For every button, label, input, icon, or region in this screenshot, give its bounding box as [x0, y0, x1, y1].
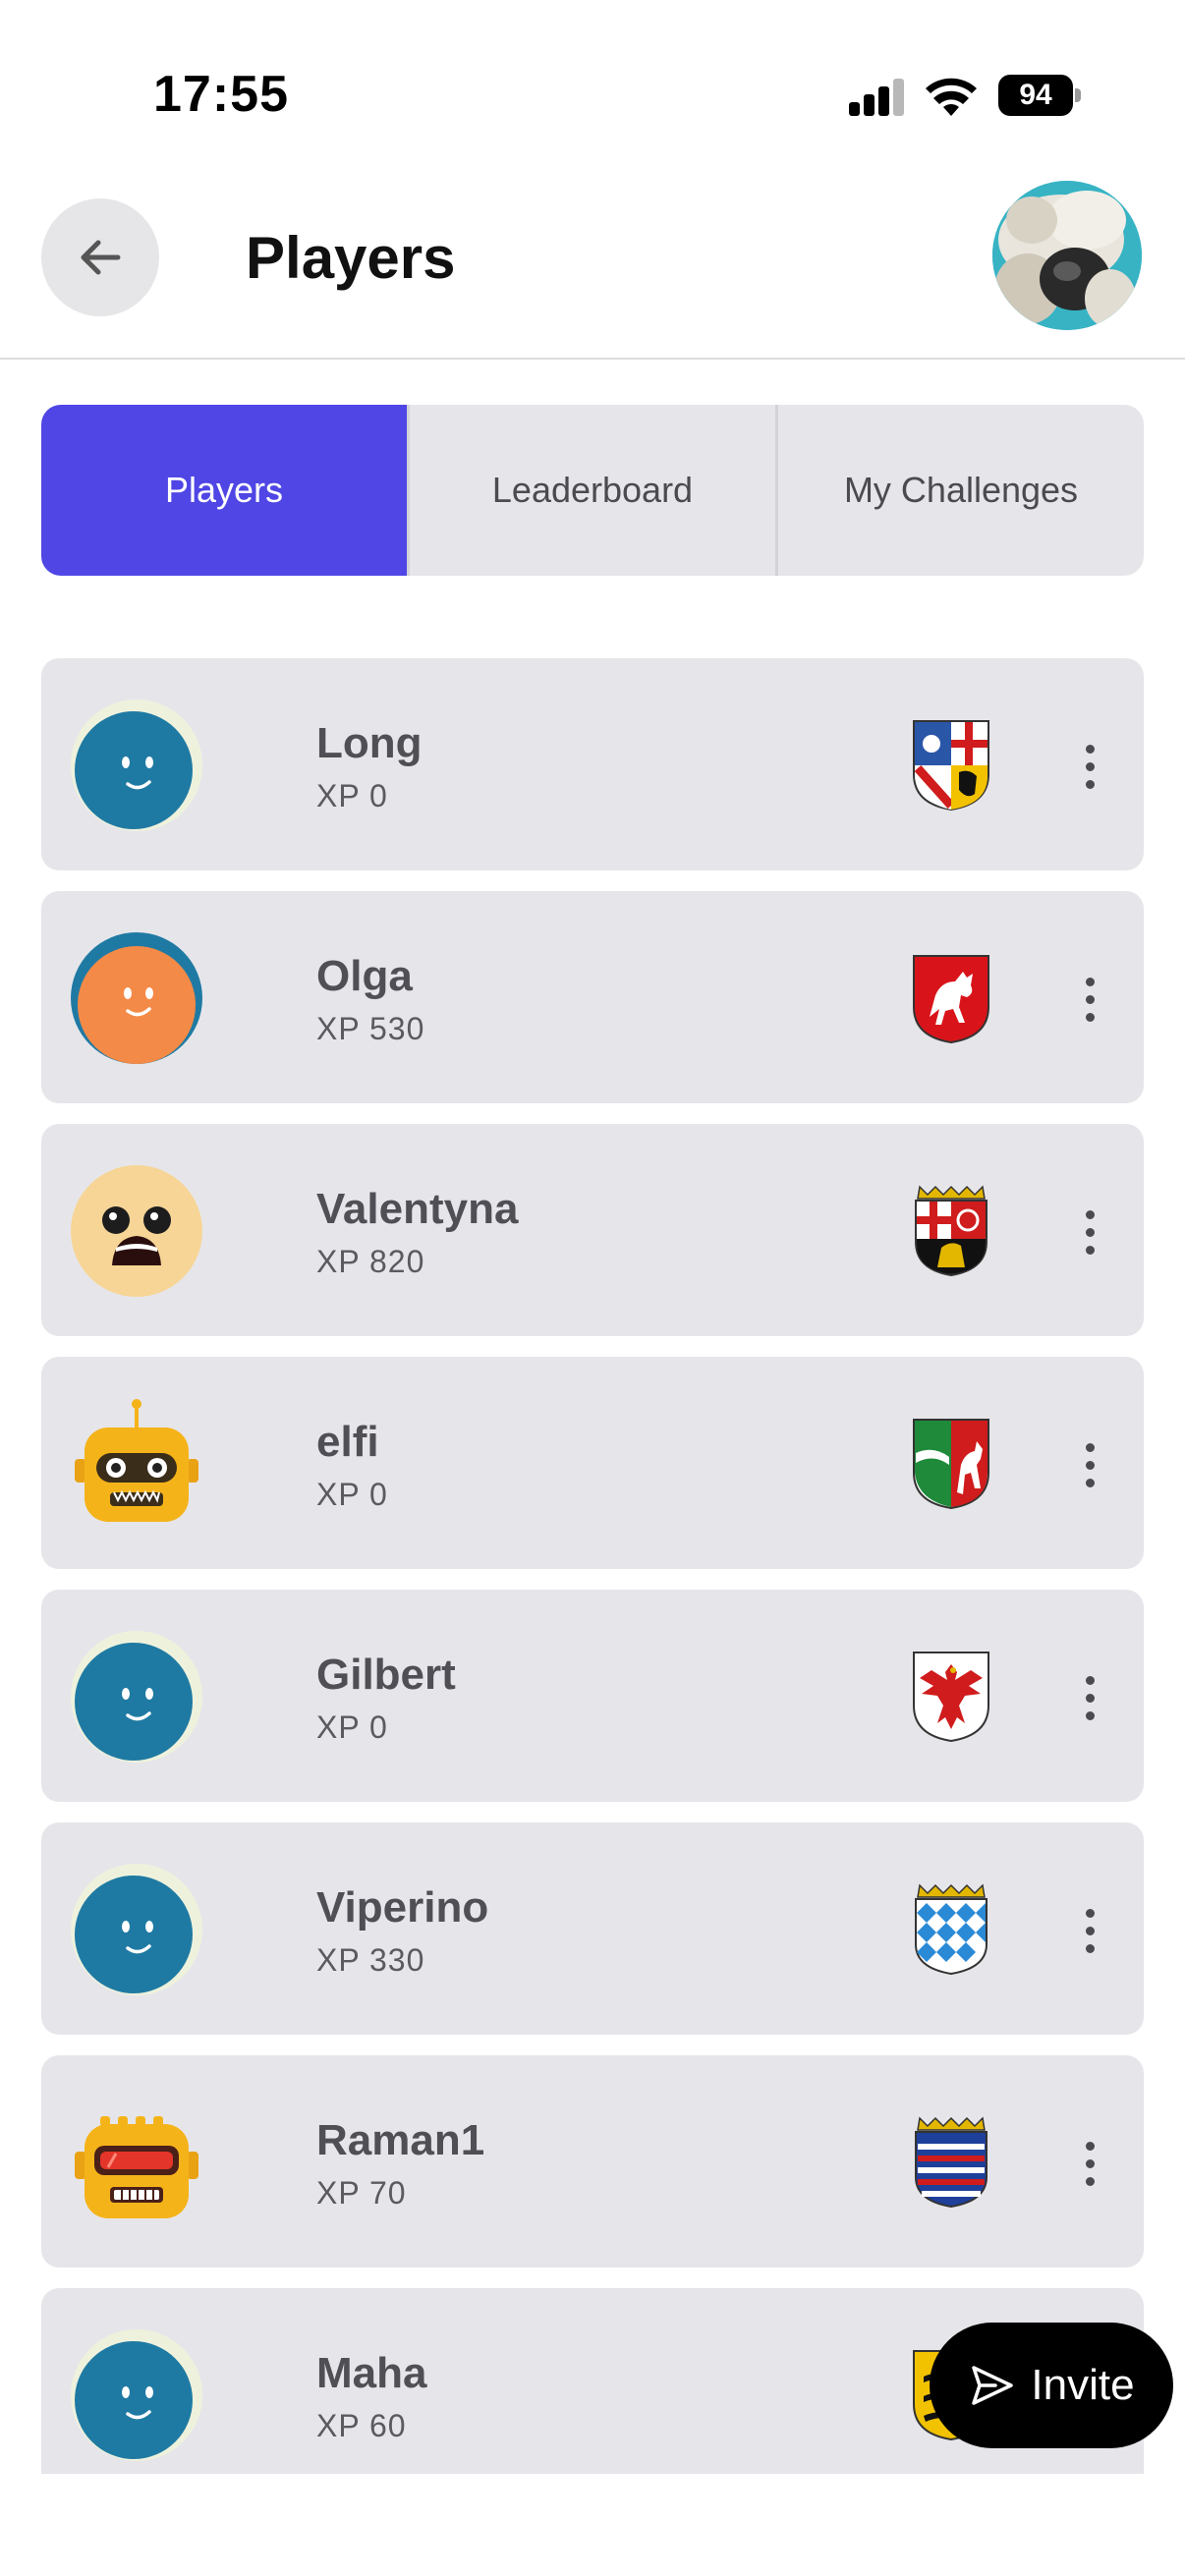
player-card[interactable]: Olga XP 530 — [41, 891, 1144, 1103]
more-options-button[interactable] — [1073, 1658, 1106, 1737]
more-options-button[interactable] — [1073, 1193, 1106, 1271]
status-time: 17:55 — [153, 66, 289, 123]
rhineland-palatinate-coat-of-arms-icon — [915, 1185, 988, 1277]
segmented-tabs: Players Leaderboard My Challenges — [41, 405, 1144, 576]
player-card[interactable]: Long XP 0 — [41, 658, 1144, 870]
player-list: Long XP 0 Olga XP 530 Valentyna XP 820 e… — [41, 658, 1144, 2474]
player-xp: XP 0 — [316, 778, 388, 813]
profile-avatar[interactable] — [992, 181, 1142, 330]
battery-icon: 94 — [998, 75, 1081, 116]
north-rhine-westphalia-coat-of-arms-icon — [913, 1419, 989, 1510]
player-card[interactable]: Gilbert XP 0 — [41, 1590, 1144, 1802]
bavaria-coat-of-arms-icon — [915, 1883, 988, 1976]
orange-smiley-avatar — [71, 932, 202, 1064]
more-options-button[interactable] — [1073, 1891, 1106, 1970]
more-options-button[interactable] — [1073, 727, 1106, 806]
back-button[interactable] — [41, 198, 159, 316]
saarland-coat-of-arms-icon — [913, 720, 989, 812]
battery-level: 94 — [998, 75, 1073, 116]
player-card[interactable]: Viperino XP 330 — [41, 1822, 1144, 2035]
player-xp: XP 0 — [316, 1477, 388, 1512]
player-name: Raman1 — [316, 2116, 485, 2164]
player-name: Olga — [316, 952, 413, 1000]
wifi-icon — [926, 78, 977, 116]
send-icon — [972, 2366, 1014, 2405]
status-bar: 17:55 94 — [0, 0, 1185, 167]
app-header: Players — [0, 167, 1185, 360]
player-xp: XP 60 — [316, 2408, 407, 2443]
blue-smiley-avatar — [71, 700, 202, 831]
player-name: Valentyna — [316, 1185, 519, 1233]
player-card[interactable]: elfi XP 0 — [41, 1357, 1144, 1569]
player-name: Long — [316, 719, 423, 767]
tab-leaderboard[interactable]: Leaderboard — [407, 405, 775, 576]
more-options-button[interactable] — [1073, 2124, 1106, 2203]
player-card[interactable]: Valentyna XP 820 — [41, 1124, 1144, 1336]
player-card[interactable]: Raman1 XP 70 — [41, 2055, 1144, 2268]
cellular-signal-icon — [849, 79, 906, 116]
brandenburg-coat-of-arms-icon — [913, 1652, 989, 1743]
invite-button-label: Invite — [1031, 2361, 1135, 2409]
robot-avatar — [75, 1399, 198, 1522]
player-xp: XP 330 — [316, 1942, 425, 1978]
blue-smiley-avatar — [71, 1864, 202, 1995]
tab-my-challenges[interactable]: My Challenges — [775, 405, 1144, 576]
player-xp: XP 0 — [316, 1709, 388, 1745]
robot-visor-avatar — [75, 2116, 198, 2218]
arrow-left-icon — [81, 240, 121, 275]
more-options-button[interactable] — [1073, 960, 1106, 1038]
invite-button[interactable]: Invite — [930, 2323, 1173, 2448]
scared-face-avatar — [71, 1165, 202, 1297]
player-name: Maha — [316, 2349, 427, 2397]
lower-saxony-coat-of-arms-icon — [913, 955, 989, 1044]
player-name: Gilbert — [316, 1651, 456, 1699]
player-xp: XP 530 — [316, 1011, 425, 1046]
tab-players[interactable]: Players — [41, 405, 407, 576]
blue-smiley-avatar — [71, 2329, 202, 2461]
plush-dog-photo — [992, 181, 1142, 330]
player-name: Viperino — [316, 1883, 489, 1932]
more-options-button[interactable] — [1073, 1426, 1106, 1504]
player-name: elfi — [316, 1418, 379, 1466]
player-xp: XP 820 — [316, 1244, 425, 1279]
blue-smiley-avatar — [71, 1631, 202, 1763]
hesse-coat-of-arms-icon — [915, 2116, 988, 2209]
page-title: Players — [246, 225, 456, 291]
player-xp: XP 70 — [316, 2175, 407, 2211]
